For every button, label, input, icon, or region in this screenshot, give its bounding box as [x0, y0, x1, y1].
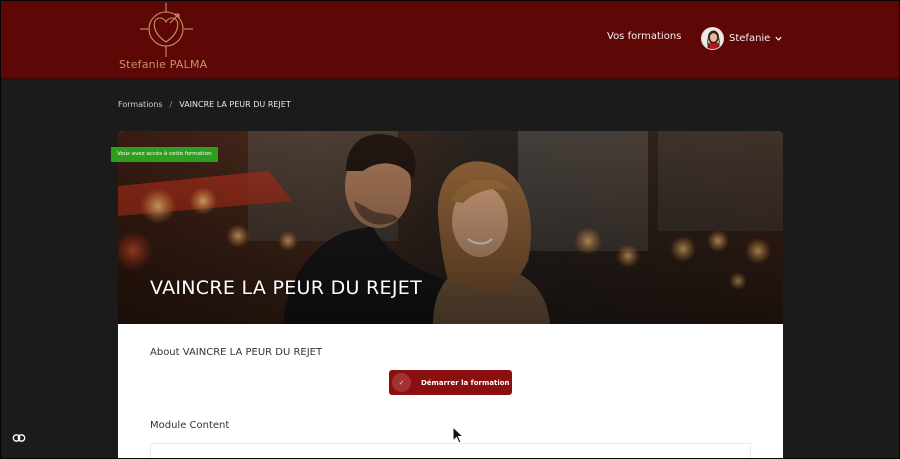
avatar[interactable]	[701, 26, 724, 50]
module-list	[150, 443, 751, 459]
module-content-heading: Module Content	[150, 420, 230, 431]
start-course-button[interactable]: ✓ Démarrer la formation	[389, 370, 512, 395]
heart-compass-logo-icon	[140, 3, 193, 57]
course-title: VAINCRE LA PEUR DU REJET	[150, 277, 422, 299]
course-hero-image: VAINCRE LA PEUR DU REJET	[118, 131, 783, 324]
start-course-label: Démarrer la formation	[421, 378, 510, 387]
user-name: Stefanie	[729, 32, 771, 44]
course-card: VAINCRE LA PEUR DU REJET About VAINCRE L…	[118, 131, 783, 459]
breadcrumb-separator: /	[169, 100, 173, 109]
site-logo[interactable]: Stefanie PALMA	[119, 2, 215, 74]
check-icon: ✓	[392, 373, 411, 392]
access-badge: Vous avez accès à cette formation	[111, 147, 218, 162]
breadcrumb-root-link[interactable]: Formations	[118, 100, 163, 109]
mouse-cursor-icon	[452, 426, 465, 444]
breadcrumb-current: VAINCRE LA PEUR DU REJET	[179, 100, 291, 109]
site-header: Stefanie PALMA Vos formations Stefanie	[1, 0, 899, 79]
nav-courses-link[interactable]: Vos formations	[607, 31, 681, 42]
user-menu[interactable]: Stefanie	[701, 26, 783, 50]
cookie-settings-button[interactable]	[11, 432, 27, 444]
about-heading: About VAINCRE LA PEUR DU REJET	[150, 347, 323, 358]
chevron-down-icon[interactable]	[774, 34, 783, 43]
breadcrumb: Formations / VAINCRE LA PEUR DU REJET	[118, 100, 291, 109]
cookie-icon	[12, 434, 26, 442]
logo-text: Stefanie PALMA	[119, 58, 208, 71]
